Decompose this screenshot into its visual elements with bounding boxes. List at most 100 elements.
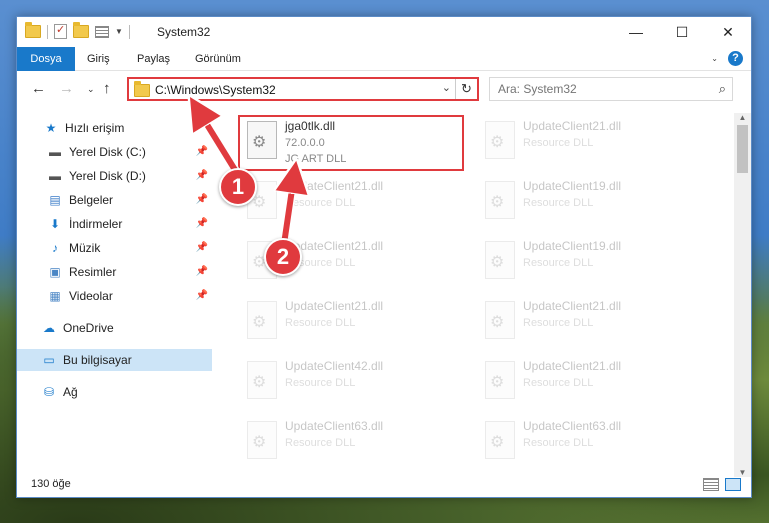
folder-icon [25,22,41,38]
file-item[interactable]: UpdateClient21.dll Resource DLL [477,113,707,169]
item-count: 130 öğe [31,478,71,490]
details-view-icon[interactable] [703,478,719,491]
pin-icon[interactable]: 📌 [196,242,208,253]
tab-share[interactable]: Paylaş [127,47,180,71]
pin-icon[interactable]: 📌 [196,194,208,205]
ribbon-controls: ⌄ ? [711,51,743,66]
pin-icon[interactable]: 📌 [196,290,208,301]
file-description: Resource DLL [523,437,594,449]
pin-icon[interactable]: 📌 [196,218,208,229]
dll-file-icon [247,301,277,339]
sidebar-item-local-disk-c[interactable]: ▬ Yerel Disk (C:) 📌 [17,141,212,163]
sidebar-item-label: Yerel Disk (C:) [69,145,146,159]
file-item[interactable]: UpdateClient63.dll Resource DLL [239,413,469,469]
address-bar[interactable]: C:\Windows\System32 ⌄ ↻ [127,77,479,101]
sidebar-item-onedrive[interactable]: ☁ OneDrive [17,317,212,339]
dll-file-icon [485,421,515,459]
file-name: UpdateClient21.dll [285,299,384,313]
file-name: UpdateClient21.dll [285,179,384,193]
file-item[interactable]: UpdateClient19.dll Resource DLL [477,233,707,289]
sidebar-item-music[interactable]: ♪ Müzik 📌 [17,237,212,259]
maximize-button[interactable]: ☐ [659,17,705,47]
sidebar-item-label: OneDrive [63,321,114,335]
window-title: System32 [157,25,211,39]
file-item[interactable]: UpdateClient21.dll Resource DLL [239,293,469,349]
sidebar-item-quick-access[interactable]: ★ Hızlı erişim [17,117,212,139]
file-item[interactable]: UpdateClient19.dll Resource DLL [477,173,707,229]
file-item[interactable]: UpdateClient63.dll Resource DLL [477,413,707,469]
scroll-up-arrow-icon[interactable]: ▲ [734,113,751,122]
file-item[interactable]: UpdateClient21.dll Resource DLL [477,293,707,349]
sidebar-item-label: Bu bilgisayar [63,353,132,367]
file-item[interactable]: UpdateClient21.dll Resource DLL [477,353,707,409]
up-arrow-icon[interactable]: ↑ [103,80,111,97]
sidebar-item-label: Belgeler [69,193,114,207]
file-name: UpdateClient21.dll [523,119,622,133]
back-arrow-icon[interactable]: ← [31,80,46,97]
pin-icon[interactable]: 📌 [196,266,208,277]
sidebar-item-pictures[interactable]: ▣ Resimler 📌 [17,261,212,283]
address-dropdown-chevron-icon[interactable]: ⌄ [442,81,451,94]
sidebar-item-documents[interactable]: ▤ Belgeler 📌 [17,189,212,211]
vertical-scrollbar[interactable]: ▲ ▼ [734,113,751,477]
music-icon: ♪ [52,241,58,255]
file-name: UpdateClient19.dll [523,179,622,193]
tab-file[interactable]: Dosya [17,47,75,71]
step-badge-1: 1 [219,168,257,206]
navigation-bar: ← → ⌄ ↑ C:\Windows\System32 ⌄ ↻ ⌕ [17,72,751,106]
highlight-box [238,115,464,171]
forward-arrow-icon[interactable]: → [59,80,74,97]
star-icon: ★ [45,121,57,135]
file-name: UpdateClient21.dll [523,359,622,373]
file-item[interactable]: UpdateClient21.dll Resource DLL [239,173,469,229]
file-description: Resource DLL [523,137,594,149]
new-folder-icon[interactable] [73,22,89,38]
dll-file-icon [485,361,515,399]
sidebar-item-downloads[interactable]: ⬇ İndirmeler 📌 [17,213,212,235]
dll-file-icon [247,421,277,459]
address-path[interactable]: C:\Windows\System32 [155,83,276,97]
toolbar-separator [47,24,48,39]
file-description: Resource DLL [523,197,594,209]
file-name: UpdateClient21.dll [523,299,622,313]
sidebar-item-label: Ağ [63,385,78,399]
pin-icon[interactable]: 📌 [196,146,208,157]
navigation-pane: ★ Hızlı erişim ▬ Yerel Disk (C:) 📌 ▬ Yer… [17,113,212,473]
file-item[interactable]: UpdateClient42.dll Resource DLL [239,353,469,409]
sidebar-item-label: Hızlı erişim [65,121,125,135]
search-icon[interactable]: ⌕ [719,81,726,97]
view-options-icon[interactable] [95,25,109,38]
properties-icon[interactable] [54,23,67,39]
sidebar-item-label: Yerel Disk (D:) [69,169,146,183]
step-badge-2: 2 [264,238,302,276]
expand-ribbon-chevron-icon[interactable]: ⌄ [711,54,718,63]
caption-buttons: — ☐ ✕ [613,17,751,47]
pin-icon[interactable]: 📌 [196,170,208,181]
recent-locations-chevron-icon[interactable]: ⌄ [87,84,95,95]
tab-view[interactable]: Görünüm [185,47,251,71]
refresh-icon[interactable]: ↻ [455,79,477,99]
dll-file-icon [247,361,277,399]
sidebar-item-videos[interactable]: ▦ Videolar 📌 [17,285,212,307]
scrollbar-thumb[interactable] [737,125,748,173]
tab-home[interactable]: Giriş [77,47,120,71]
close-button[interactable]: ✕ [705,17,751,47]
search-input[interactable] [490,78,700,100]
view-switcher [703,478,741,491]
dll-file-icon [485,241,515,279]
minimize-button[interactable]: — [613,17,659,47]
dll-file-icon [485,301,515,339]
sidebar-item-this-pc[interactable]: ▭ Bu bilgisayar [17,349,212,371]
pictures-icon: ▣ [49,265,61,279]
tiles-view-icon[interactable] [725,478,741,491]
toolbar-separator [128,24,130,39]
customize-toolbar-arrow-icon[interactable]: ▼ [115,27,123,36]
quick-access-toolbar: ▼ [25,22,130,39]
sidebar-item-label: Videolar [69,289,113,303]
file-name: UpdateClient42.dll [285,359,384,373]
sidebar-item-network[interactable]: ⛁ Ağ [17,381,212,403]
help-icon[interactable]: ? [728,51,743,66]
search-box[interactable]: ⌕ [489,77,733,101]
sidebar-item-local-disk-d[interactable]: ▬ Yerel Disk (D:) 📌 [17,165,212,187]
file-name: UpdateClient19.dll [523,239,622,253]
